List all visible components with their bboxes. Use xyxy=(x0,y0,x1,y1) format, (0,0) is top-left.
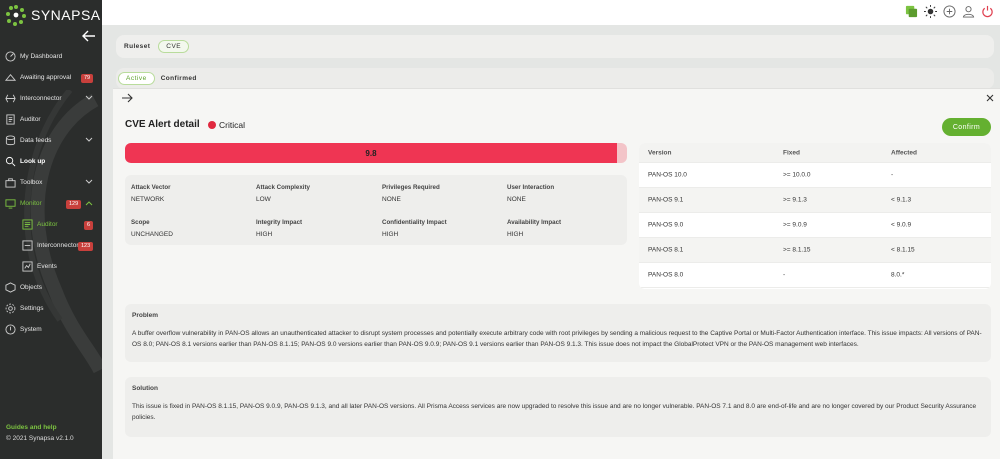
ruleset-label: Ruleset xyxy=(124,43,151,50)
header-actions xyxy=(905,5,994,18)
ruleset-filter-bar: Ruleset CVE xyxy=(116,35,994,58)
sidebar-item-my-dashboard[interactable]: My Dashboard xyxy=(0,46,102,67)
sidebar-item-data-feeds[interactable]: Data feeds xyxy=(0,130,102,151)
power-icon[interactable] xyxy=(981,5,994,18)
objects-icon xyxy=(5,282,16,293)
theme-toggle-icon[interactable] xyxy=(924,5,937,18)
logo-text: SYNAPSA xyxy=(31,7,101,23)
problem-section: Problem A buffer overflow vulnerability … xyxy=(125,304,991,362)
events-icon xyxy=(22,261,33,272)
sidebar-item-look-up[interactable]: Look up xyxy=(0,151,102,172)
metric-privileges-required: Privileges Required NONE xyxy=(382,184,440,203)
sidebar-subitem-events[interactable]: Events xyxy=(0,256,102,277)
solution-text: This issue is fixed in PAN-OS 8.1.15, PA… xyxy=(132,403,977,421)
data-feeds-icon xyxy=(5,135,16,146)
interconnector-icon xyxy=(5,94,16,103)
tab-active[interactable]: Active xyxy=(118,72,155,85)
metric-confidentiality-impact: Confidentiality Impact HIGH xyxy=(382,219,447,238)
cvss-metrics: Attack Vector NETWORK Attack Complexity … xyxy=(125,175,627,245)
versions-table: Version Fixed Affected PAN-OS 10.0 >= 10… xyxy=(639,143,991,289)
metric-scope: Scope UNCHANGED xyxy=(131,219,173,238)
sidebar-subitem-auditor[interactable]: Auditor 6 xyxy=(0,214,102,235)
chevron-down-icon xyxy=(85,179,93,184)
approval-icon xyxy=(5,74,16,81)
back-arrow-icon[interactable] xyxy=(121,93,133,103)
cve-detail-panel: CVE Alert detail Critical Confirm 9.8 At… xyxy=(113,88,1000,459)
ruleset-cve-chip[interactable]: CVE xyxy=(158,40,190,53)
monitor-icon xyxy=(5,199,16,209)
auditor-badge: 6 xyxy=(84,221,94,230)
sidebar-subitem-interconnector[interactable]: Interconnector 123 xyxy=(0,235,102,256)
sidebar-nav: My Dashboard Awaiting approval 79 Interc… xyxy=(0,46,102,340)
table-header: Version Fixed Affected xyxy=(639,143,991,163)
severity-badge: Critical xyxy=(208,120,245,130)
top-header xyxy=(102,0,1000,25)
copy-icon[interactable] xyxy=(905,5,918,18)
metric-attack-complexity: Attack Complexity LOW xyxy=(256,184,310,203)
system-icon xyxy=(5,324,16,335)
severity-label: Critical xyxy=(219,120,245,130)
toolbox-icon xyxy=(5,178,16,188)
problem-text: A buffer overflow vulnerability in PAN-O… xyxy=(132,330,982,348)
auditor-icon xyxy=(6,114,15,125)
dashboard-icon xyxy=(5,51,16,62)
copyright: © 2021 Synapsa v2.1.0 xyxy=(6,435,74,442)
problem-label: Problem xyxy=(132,312,159,319)
table-row: PAN-OS 10.0 >= 10.0.0 - xyxy=(639,163,991,188)
tab-confirmed[interactable]: Confirmed xyxy=(161,75,197,82)
page-title: CVE Alert detail xyxy=(125,119,200,130)
lookup-icon xyxy=(5,156,16,167)
critical-dot-icon xyxy=(208,121,216,129)
collapse-sidebar-icon[interactable] xyxy=(82,30,96,42)
sidebar-item-settings[interactable]: Settings xyxy=(0,298,102,319)
metric-availability-impact: Availability Impact HIGH xyxy=(507,219,562,238)
interconnector-badge: 123 xyxy=(78,242,94,251)
sidebar-item-auditor[interactable]: Auditor xyxy=(0,109,102,130)
sidebar-item-objects[interactable]: Objects xyxy=(0,277,102,298)
solution-section: Solution This issue is fixed in PAN-OS 8… xyxy=(125,377,991,437)
status-tabs: Active Confirmed xyxy=(116,68,994,89)
cvss-score-bar: 9.8 xyxy=(125,143,627,163)
metric-attack-vector: Attack Vector NETWORK xyxy=(131,184,171,203)
table-row: PAN-OS 8.1 >= 8.1.15 < 8.1.15 xyxy=(639,238,991,263)
guides-link[interactable]: Guides and help xyxy=(6,424,74,431)
sidebar-footer: Guides and help © 2021 Synapsa v2.1.0 xyxy=(6,424,74,442)
chevron-down-icon xyxy=(85,137,93,142)
sidebar-item-toolbox[interactable]: Toolbox xyxy=(0,172,102,193)
sidebar: SYNAPSA My Dashboard Awaiting approval 7… xyxy=(0,0,102,459)
sidebar-item-system[interactable]: System xyxy=(0,319,102,340)
cvss-score-fill: 9.8 xyxy=(125,143,617,163)
sidebar-item-awaiting-approval[interactable]: Awaiting approval 79 xyxy=(0,67,102,88)
metric-user-interaction: User Interaction NONE xyxy=(507,184,555,203)
chevron-up-icon xyxy=(85,201,93,206)
table-row: PAN-OS 9.0 >= 9.0.9 < 9.0.9 xyxy=(639,213,991,238)
close-icon[interactable] xyxy=(986,94,994,102)
chevron-down-icon xyxy=(85,95,93,100)
auditor-icon xyxy=(22,219,33,230)
awaiting-approval-badge: 79 xyxy=(81,74,94,83)
user-icon[interactable] xyxy=(962,5,975,18)
synapsa-logo-icon xyxy=(6,5,26,26)
add-icon[interactable] xyxy=(943,5,956,18)
confirm-button[interactable]: Confirm xyxy=(942,118,991,136)
monitor-badge: 129 xyxy=(66,200,82,209)
metric-integrity-impact: Integrity Impact HIGH xyxy=(256,219,303,238)
sidebar-item-monitor[interactable]: Monitor 129 xyxy=(0,193,102,214)
solution-label: Solution xyxy=(132,385,158,392)
sidebar-item-interconnector[interactable]: Interconnector xyxy=(0,88,102,109)
table-row: PAN-OS 9.1 >= 9.1.3 < 9.1.3 xyxy=(639,188,991,213)
settings-icon xyxy=(5,303,16,314)
interconnector-icon xyxy=(22,240,33,251)
app-logo[interactable]: SYNAPSA xyxy=(5,4,101,26)
table-row: PAN-OS 8.0 - 8.0.* xyxy=(639,263,991,288)
